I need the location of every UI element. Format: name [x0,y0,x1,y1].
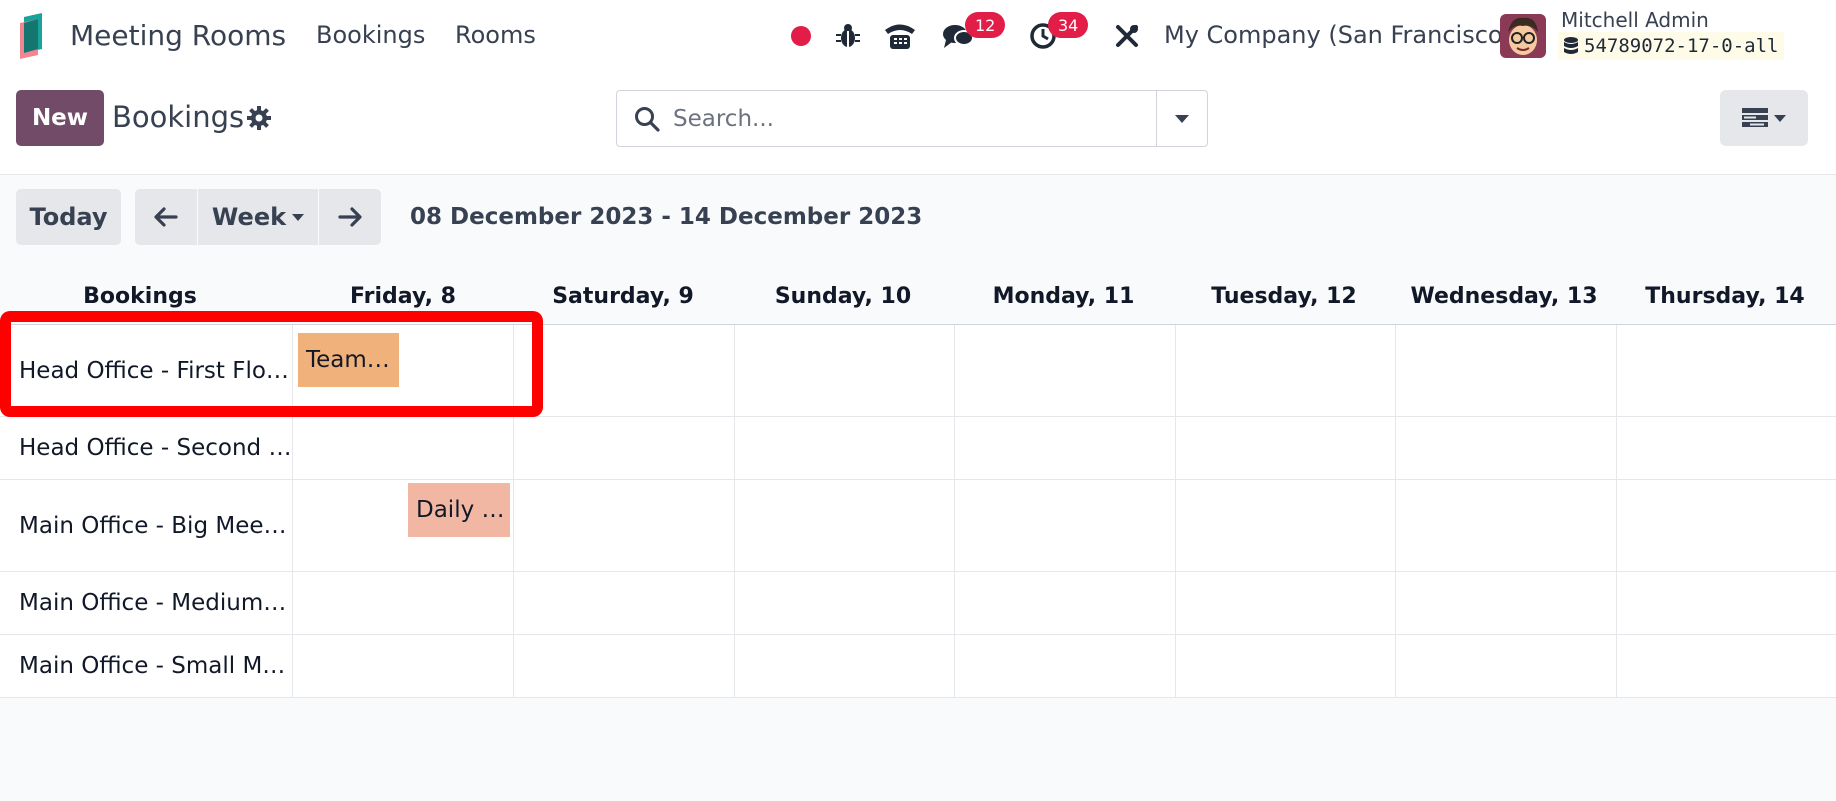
header-day: Thursday, 14 [1645,284,1805,309]
user-avatar[interactable] [1500,14,1546,58]
gantt-row[interactable]: Head Office - Second … [0,417,1836,480]
booking-pill[interactable]: Daily … [408,483,510,537]
header-day: Tuesday, 12 [1211,284,1357,309]
messages-badge: 12 [965,12,1006,38]
gear-icon[interactable] [247,106,271,130]
app-logo-icon[interactable] [18,13,50,59]
database-icon [1564,37,1578,54]
view-switcher-button[interactable] [1720,90,1808,146]
search-icon [635,107,660,132]
menu-rooms[interactable]: Rooms [455,21,536,49]
gantt-row[interactable]: Main Office - Medium… [0,572,1836,635]
row-label[interactable]: Main Office - Medium… [0,572,293,634]
search-bar [616,90,1208,147]
row-label[interactable]: Head Office - Second … [0,417,293,479]
caret-down-icon [1774,114,1786,122]
date-range: 08 December 2023 - 14 December 2023 [410,204,923,230]
page-title: Bookings [112,100,245,134]
new-button[interactable]: New [16,90,104,146]
highlight-annotation [0,311,543,417]
database-tag: 54789072-17-0-all [1558,32,1785,60]
control-panel: New Bookings [0,72,1836,175]
arrow-right-icon [338,207,362,227]
app-name[interactable]: Meeting Rooms [70,19,286,52]
header-day: Saturday, 9 [552,284,694,309]
bug-icon[interactable] [834,18,862,54]
gantt-view-icon [1742,108,1768,127]
scale-label: Week [211,203,287,231]
arrow-left-icon [154,207,178,227]
scale-dropdown[interactable]: Week [198,189,318,245]
user-name[interactable]: Mitchell Admin [1561,8,1709,32]
gantt-row[interactable]: Main Office - Big Mee… Daily … [0,480,1836,572]
header-day: Wednesday, 13 [1410,284,1598,309]
tools-icon[interactable] [1112,18,1142,54]
header-day: Monday, 11 [992,284,1135,309]
phone-icon[interactable] [882,18,918,54]
search-options-toggle[interactable] [1156,91,1207,146]
menu-bookings[interactable]: Bookings [316,21,425,49]
previous-button[interactable] [135,189,197,245]
today-button[interactable]: Today [16,189,121,245]
row-label[interactable]: Main Office - Small M… [0,635,293,697]
caret-down-icon [292,213,305,221]
next-button[interactable] [319,189,381,245]
activities-badge: 34 [1048,12,1089,38]
database-name: 54789072-17-0-all [1584,35,1779,57]
caret-down-icon [1175,114,1189,123]
search-input[interactable] [673,101,1153,137]
header-day: Sunday, 10 [774,284,912,309]
record-dot-icon[interactable] [789,18,813,54]
top-navbar: Meeting Rooms Bookings Rooms 12 34 My Co… [0,0,1836,72]
gantt-row[interactable]: Main Office - Small M… [0,635,1836,698]
company-switcher[interactable]: My Company (San Francisco) [1164,21,1512,49]
row-label[interactable]: Main Office - Big Mee… [0,480,293,571]
